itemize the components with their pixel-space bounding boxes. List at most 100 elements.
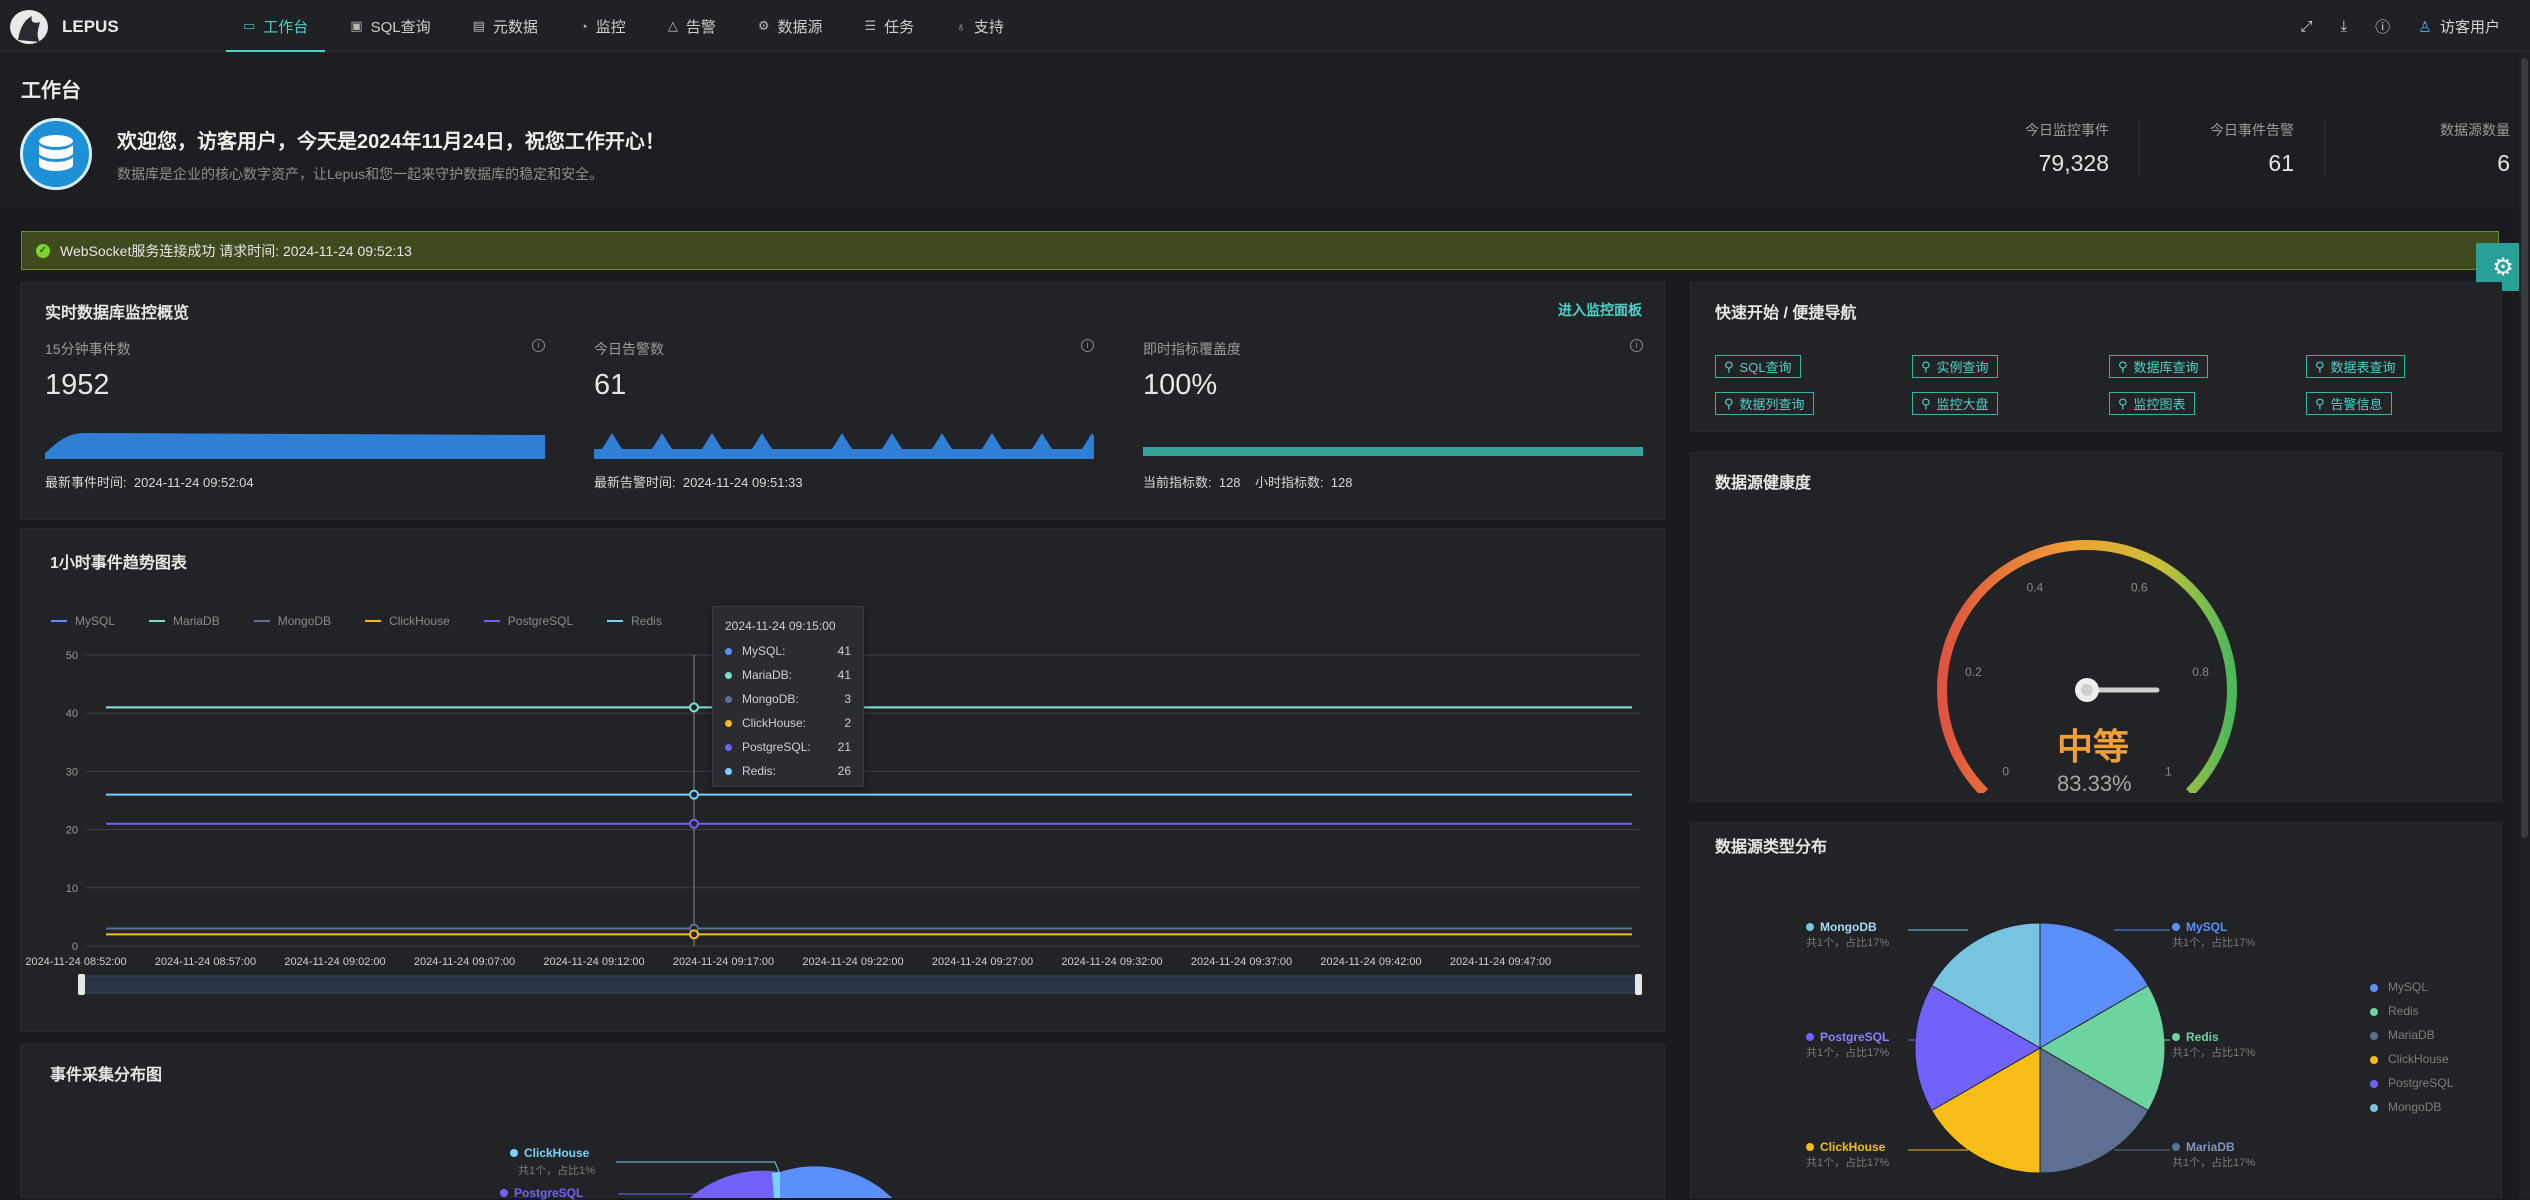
pie-label-mysql: MySQL共1个，占比17%	[2172, 920, 2255, 950]
quick-link-1[interactable]: ⚲实例查询	[1912, 355, 1998, 378]
nav-item-2[interactable]: ▤元数据	[452, 0, 559, 52]
y-tick-label: 0	[72, 941, 78, 953]
metric-value: 100%	[1143, 369, 1217, 402]
enter-dashboard-link[interactable]: 进入监控面板	[1558, 300, 1642, 320]
stat-0: 今日监控事件 79,328	[1955, 120, 2140, 177]
link-icon: ⚲	[1724, 359, 1734, 375]
quick-link-label: 数据列查询	[1740, 394, 1805, 413]
pie-label-clickhouse: ClickHouse共1个，占比17%	[1806, 1140, 1889, 1170]
pie-label-postgresql: PostgreSQL共1个，占比17%	[1806, 1030, 1889, 1060]
quick-link-label: 实例查询	[1937, 357, 1989, 376]
quick-link-5[interactable]: ⚲监控大盘	[1912, 392, 1998, 415]
quick-link-3[interactable]: ⚲ 数据表查询	[2306, 355, 2405, 378]
metric-sparkline	[1143, 423, 1643, 459]
legend-item-mongodb[interactable]: MongoDB	[2370, 1095, 2453, 1119]
fullscreen-icon[interactable]: ⤢	[2301, 18, 2313, 35]
y-tick-label: 30	[66, 766, 78, 778]
x-tick-label: 2024-11-24 09:02:00	[284, 956, 385, 968]
stat-value: 61	[2160, 150, 2294, 177]
zoom-slider[interactable]	[82, 976, 1638, 993]
quick-link-2[interactable]: ⚲ 数据库查询	[2109, 355, 2208, 378]
nav-label: 数据源	[777, 16, 822, 37]
info-icon[interactable]: i	[1081, 339, 1094, 352]
tooltip-row: ClickHouse:2	[725, 711, 851, 735]
app-logo[interactable]: LEPUS	[10, 10, 119, 44]
bulb-icon: ♁	[956, 19, 966, 34]
stat-label: 今日监控事件	[1955, 120, 2109, 140]
download-icon[interactable]: ⤓	[2341, 18, 2348, 35]
quick-link-7[interactable]: ⚲告警信息	[2306, 392, 2392, 415]
tooltip-row: Redis:26	[725, 759, 851, 783]
link-icon: ⚲	[2315, 396, 2325, 412]
quick-link-4[interactable]: ⚲ 数据列查询	[1715, 392, 1814, 415]
x-tick-label: 2024-11-24 09:47:00	[1450, 956, 1551, 968]
nav-item-0[interactable]: ▭工作台	[222, 0, 329, 52]
terminal-icon: ▣	[350, 18, 362, 34]
nav-item-4[interactable]: △告警	[647, 0, 737, 52]
nav-label: 工作台	[263, 16, 308, 37]
nav-item-1[interactable]: ▣ SQL查询	[329, 0, 451, 52]
scrollbar-thumb[interactable]	[2521, 58, 2528, 838]
hover-point	[690, 820, 698, 828]
gauge-tick-label: 0.6	[2131, 581, 2148, 595]
check-circle-icon: ✓	[36, 244, 50, 258]
lepus-logo-icon	[10, 10, 48, 44]
dist-slice-postgresql	[690, 1171, 780, 1198]
link-icon: ⚲	[1724, 396, 1734, 412]
nav-label: SQL查询	[371, 16, 431, 37]
user-menu[interactable]: ♙ 访客用户	[2418, 16, 2500, 37]
info-icon[interactable]: i	[1630, 339, 1643, 352]
y-tick-label: 50	[66, 650, 78, 662]
zoom-handle-right[interactable]	[1635, 974, 1642, 995]
pie-label-mongodb: MongoDB共1个，占比17%	[1806, 920, 1889, 950]
nav-item-3[interactable]: ◔监控	[559, 0, 647, 52]
metric-value: 61	[594, 369, 626, 402]
x-tick-label: 2024-11-24 08:57:00	[155, 956, 256, 968]
list-icon: ☰	[865, 18, 877, 34]
tooltip-time: 2024-11-24 09:15:00	[725, 619, 851, 633]
dist-note-clickhouse: 共1个，占比1%	[518, 1162, 595, 1178]
monitor-overview-panel: 实时数据库监控概览 进入监控面板 15分钟事件数 i 1952 最新事件时间: …	[20, 282, 1665, 520]
tooltip-row: PostgreSQL:21	[725, 735, 851, 759]
quick-link-6[interactable]: ⚲监控图表	[2109, 392, 2195, 415]
user-icon: ♙	[2418, 19, 2431, 36]
stat-label: 今日事件告警	[2160, 120, 2294, 140]
quick-link-label: 数据库查询	[2134, 357, 2199, 376]
x-tick-label: 2024-11-24 09:17:00	[673, 956, 774, 968]
x-tick-label: 2024-11-24 09:12:00	[543, 956, 644, 968]
x-tick-label: 2024-11-24 09:37:00	[1191, 956, 1292, 968]
legend-item-redis[interactable]: Redis	[2370, 999, 2453, 1023]
page-scrollbar[interactable]	[2519, 52, 2530, 1198]
nav-label: 元数据	[493, 16, 538, 37]
quick-link-label: 监控图表	[2134, 394, 2186, 413]
tooltip-row: MongoDB:3	[725, 687, 851, 711]
nav-item-6[interactable]: ☰ 任务	[844, 0, 936, 52]
link-icon: ⚲	[2118, 359, 2128, 375]
zoom-handle-left[interactable]	[78, 974, 85, 995]
gauge-tick-label: 1	[2165, 764, 2172, 778]
trend-tooltip: 2024-11-24 09:15:00 MySQL:41MariaDB:41Mo…	[712, 606, 864, 787]
x-tick-label: 2024-11-24 08:52:00	[25, 956, 126, 968]
overview-card-2: 即时指标覆盖度 i 100% 当前指标数: 128 小时指标数: 128	[1143, 339, 1643, 509]
legend-item-mysql[interactable]: MySQL	[2370, 975, 2453, 999]
nav-item-5[interactable]: ⚙数据源	[737, 0, 844, 52]
x-tick-label: 2024-11-24 09:32:00	[1061, 956, 1162, 968]
legend-item-clickhouse[interactable]: ClickHouse	[2370, 1047, 2453, 1071]
nav-label: 任务	[884, 16, 914, 37]
quick-link-0[interactable]: ⚲SQL查询	[1715, 355, 1801, 378]
metric-footer: 当前指标数: 128 小时指标数: 128	[1143, 472, 1353, 491]
main-nav: ▭工作台 ▣ SQL查询 ▤元数据◔监控△告警⚙数据源 ☰ 任务 ♁支持	[222, 0, 1025, 52]
database-avatar-icon	[20, 118, 92, 190]
nav-item-7[interactable]: ♁支持	[935, 0, 1025, 52]
quick-nav-panel: 快速开始 / 便捷导航 ⚲SQL查询⚲实例查询⚲数据库查询⚲数据表查询⚲数据列查…	[1690, 282, 2502, 432]
quick-link-label: 数据表查询	[2331, 357, 2396, 376]
stat-value: 79,328	[1955, 150, 2109, 177]
welcome-subtitle: 数据库是企业的核心数字资产，让Lepus和您一起来守护数据库的稳定和安全。	[117, 164, 603, 184]
help-icon[interactable]: ⓘ	[2375, 16, 2390, 37]
link-icon: ⚲	[2315, 359, 2325, 375]
x-tick-label: 2024-11-24 09:22:00	[802, 956, 903, 968]
legend-item-postgresql[interactable]: PostgreSQL	[2370, 1071, 2453, 1095]
legend-item-mariadb[interactable]: MariaDB	[2370, 1023, 2453, 1047]
info-icon[interactable]: i	[532, 339, 545, 352]
websocket-alert: ✓ WebSocket服务连接成功 请求时间: 2024-11-24 09:52…	[21, 231, 2499, 270]
